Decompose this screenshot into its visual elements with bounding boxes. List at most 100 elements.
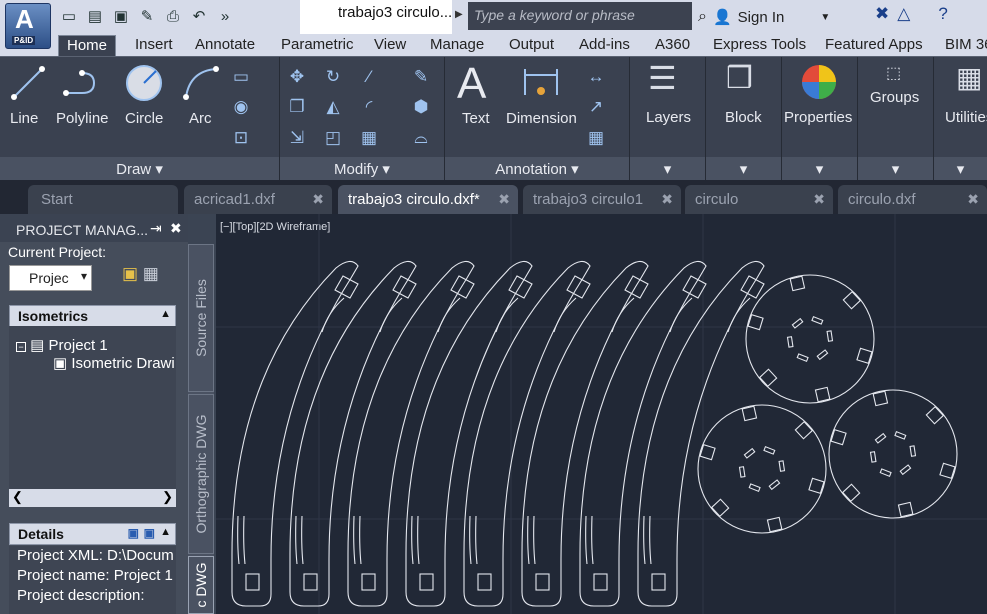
exchange-icon[interactable]: ✖: [875, 4, 889, 24]
tab-featured-apps[interactable]: Featured Apps: [825, 35, 923, 56]
palette-side-tabs: Source Files Orthographic DWG c DWG: [188, 244, 214, 614]
rotate-icon[interactable]: ↻: [322, 66, 344, 88]
tab-orthographic-dwg[interactable]: Orthographic DWG: [188, 394, 214, 554]
auto-hide-icon[interactable]: ⇥: [150, 220, 162, 237]
save-as-icon[interactable]: ✎: [136, 5, 158, 27]
mirror-icon[interactable]: ◭: [322, 96, 344, 118]
table-icon[interactable]: ▦: [585, 127, 607, 149]
tab-annotate[interactable]: Annotate: [195, 35, 255, 56]
a360-icon[interactable]: △: [897, 4, 910, 24]
sign-in-area[interactable]: ⌕ 👤 Sign In ▼: [698, 0, 830, 34]
doc-tab-circulo[interactable]: circulo ✖: [685, 185, 833, 214]
close-icon[interactable]: ✖: [498, 191, 510, 208]
sign-in-label[interactable]: Sign In: [738, 9, 785, 26]
more-icon[interactable]: »: [214, 5, 236, 27]
layers-button[interactable]: Layers: [646, 109, 691, 126]
tab-parametric[interactable]: Parametric: [281, 35, 354, 56]
move-icon[interactable]: ✥: [286, 66, 308, 88]
annotation-panel: A Text Dimension ↔ ↗ ▦ Annotation ▾: [445, 57, 630, 181]
region-icon[interactable]: ⊡: [230, 127, 252, 149]
doc-tab-acricad1[interactable]: acricad1.dxf ✖: [184, 185, 332, 214]
arc-button[interactable]: Arc: [189, 110, 212, 127]
explode-icon[interactable]: ⬢: [410, 96, 432, 118]
draw-panel-label[interactable]: Draw ▾: [0, 157, 279, 181]
utilities-button[interactable]: Utilities: [945, 109, 987, 126]
scroll-right-icon[interactable]: ❯: [162, 489, 173, 505]
circle-button[interactable]: Circle: [125, 110, 163, 127]
tab-add-ins[interactable]: Add-ins: [579, 35, 630, 56]
help-icon[interactable]: ?: [938, 4, 947, 24]
block-button[interactable]: Block: [725, 109, 762, 126]
linear-dim-icon[interactable]: ↔: [585, 66, 607, 88]
array-icon[interactable]: ▦: [358, 127, 380, 149]
preview-view-icon[interactable]: ▣: [144, 526, 155, 540]
trim-icon[interactable]: ⁄: [358, 66, 380, 88]
modify-panel-label[interactable]: Modify ▾: [280, 157, 444, 181]
properties-button[interactable]: Properties: [784, 109, 852, 126]
tab-manage[interactable]: Manage: [430, 35, 484, 56]
line-button[interactable]: Line: [10, 110, 38, 127]
doc-tab-trabajo3-circulo[interactable]: trabajo3 circulo.dxf* ✖: [338, 185, 518, 214]
undo-icon[interactable]: ↶: [188, 5, 210, 27]
open-icon[interactable]: ▤: [84, 5, 106, 27]
print-icon[interactable]: ⎙: [162, 5, 184, 27]
tab-source-files[interactable]: Source Files: [188, 244, 214, 392]
collapse-box-icon[interactable]: −: [16, 342, 26, 352]
tab-a360[interactable]: A360: [655, 35, 690, 56]
close-icon[interactable]: ✖: [661, 191, 673, 208]
polyline-button[interactable]: Polyline: [56, 110, 109, 127]
close-icon[interactable]: ✖: [813, 191, 825, 208]
close-icon[interactable]: ✖: [312, 191, 324, 208]
application-menu-button[interactable]: A P&ID: [5, 3, 51, 49]
erase-icon[interactable]: ✎: [410, 66, 432, 88]
modify-panel: ✥ ↻ ⁄ ✎ ❐ ◭ ◜ ⬢ ⇲ ◰ ▦ ⌓ Modify ▾: [280, 57, 445, 181]
tab-bim-360[interactable]: BIM 36: [945, 35, 987, 56]
layers-dropdown[interactable]: ▾: [630, 157, 705, 181]
expand-arrow-icon[interactable]: ▶: [455, 9, 463, 20]
fillet-icon[interactable]: ◜: [358, 96, 380, 118]
details-view-icon[interactable]: ▣: [128, 526, 139, 540]
project-setup-icon[interactable]: ▦: [143, 264, 159, 283]
hatch-icon[interactable]: ◉: [230, 96, 252, 118]
scroll-left-icon[interactable]: ❮: [12, 489, 23, 505]
copy-icon[interactable]: ❐: [286, 96, 308, 118]
new-icon[interactable]: ▭: [58, 5, 80, 27]
doc-tab-start[interactable]: Start: [28, 185, 178, 214]
tree-item-project[interactable]: − ▤ Project 1: [16, 336, 108, 354]
collapse-icon[interactable]: ▲: [160, 308, 171, 320]
rectangle-icon[interactable]: ▭: [230, 66, 252, 88]
text-button[interactable]: Text: [462, 110, 490, 127]
binoculars-icon[interactable]: ⌕: [698, 8, 707, 26]
leader-icon[interactable]: ↗: [585, 96, 607, 118]
tab-isometric-dwg[interactable]: c DWG: [188, 556, 214, 614]
doc-tab-circulo-dxf[interactable]: circulo.dxf ✖: [838, 185, 987, 214]
properties-dropdown[interactable]: ▾: [782, 157, 857, 181]
tree-item-isometric[interactable]: ▣ Isometric Drawi: [53, 354, 175, 372]
search-input[interactable]: Type a keyword or phrase: [468, 2, 692, 30]
open-project-icon[interactable]: ▣: [122, 264, 138, 283]
draw-panel: Line Polyline Circle Arc ▭ ◉ ⊡ Draw ▾: [0, 57, 280, 181]
tab-express-tools[interactable]: Express Tools: [713, 35, 806, 56]
dimension-button[interactable]: Dimension: [506, 110, 577, 127]
utilities-dropdown[interactable]: ▾: [934, 157, 987, 181]
chevron-down-icon[interactable]: ▼: [820, 12, 830, 23]
close-icon[interactable]: ✖: [170, 220, 182, 237]
block-dropdown[interactable]: ▾: [706, 157, 781, 181]
tab-output[interactable]: Output: [509, 35, 554, 56]
tab-view[interactable]: View: [374, 35, 406, 56]
doc-tab-trabajo3-circulo1[interactable]: trabajo3 circulo1 ✖: [523, 185, 681, 214]
tab-insert[interactable]: Insert: [135, 35, 173, 56]
collapse-icon[interactable]: ▲: [160, 526, 171, 538]
groups-button[interactable]: Groups: [870, 89, 919, 106]
offset-icon[interactable]: ⌓: [410, 127, 432, 149]
scale-icon[interactable]: ◰: [322, 127, 344, 149]
annotation-panel-label[interactable]: Annotation ▾: [445, 157, 629, 181]
groups-dropdown[interactable]: ▾: [858, 157, 933, 181]
current-project-select[interactable]: Projec ▾: [9, 265, 92, 291]
horizontal-scrollbar[interactable]: ❮ ❯: [9, 489, 176, 507]
save-icon[interactable]: ▣: [110, 5, 132, 27]
tab-home[interactable]: Home: [58, 35, 117, 56]
drawing-canvas[interactable]: [−][Top][2D Wireframe]: [216, 214, 987, 614]
stretch-icon[interactable]: ⇲: [286, 127, 308, 149]
close-icon[interactable]: ✖: [967, 191, 979, 208]
